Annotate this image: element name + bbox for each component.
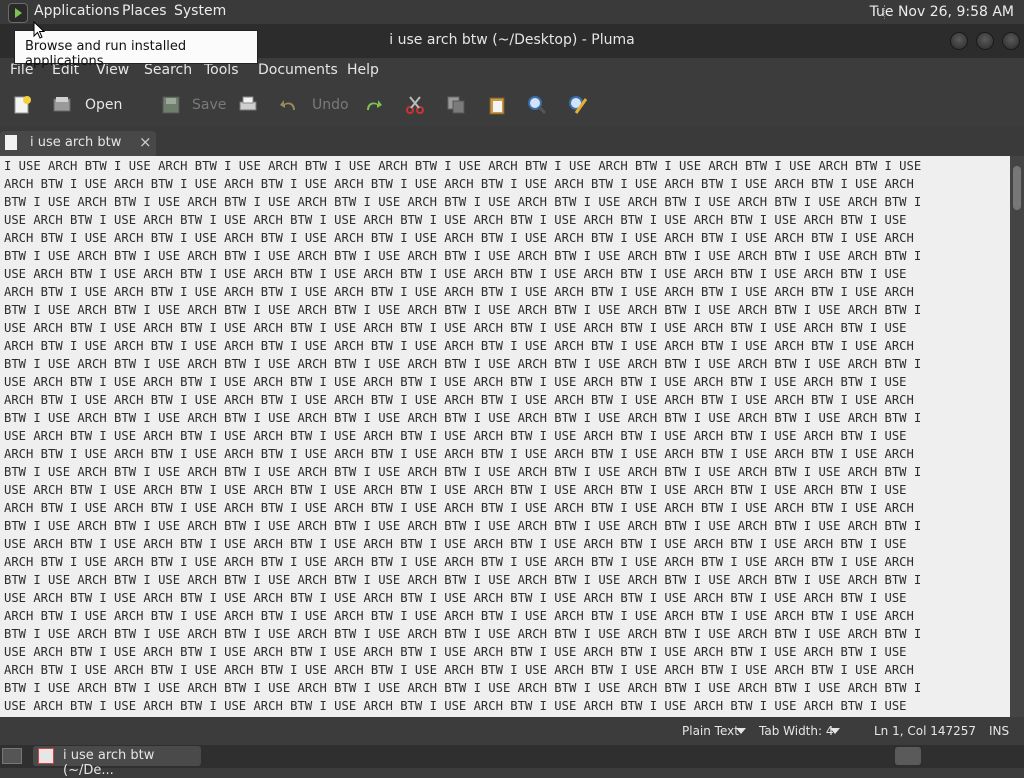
editor-line[interactable]: USE ARCH BTW I USE ARCH BTW I USE ARCH B…: [4, 319, 1008, 337]
find-icon[interactable]: [527, 95, 547, 115]
undo-button: Undo: [312, 97, 349, 113]
insert-mode: INS: [989, 724, 1010, 738]
editor-line[interactable]: BTW I USE ARCH BTW I USE ARCH BTW I USE …: [4, 193, 1008, 211]
pluma-icon: [38, 748, 54, 764]
workspace-switcher-icon[interactable]: [895, 747, 921, 765]
editor-line[interactable]: ARCH BTW I USE ARCH BTW I USE ARCH BTW I…: [4, 553, 1008, 571]
editor-line[interactable]: ARCH BTW I USE ARCH BTW I USE ARCH BTW I…: [4, 229, 1008, 247]
redo-icon[interactable]: [363, 95, 383, 115]
tab-width-dropdown-icon[interactable]: [830, 728, 840, 734]
applications-menu[interactable]: Applications: [34, 3, 120, 19]
taskbar-window-label: i use arch btw (~/De...: [63, 748, 155, 778]
system-menu[interactable]: System: [174, 3, 226, 19]
editor-line[interactable]: USE ARCH BTW I USE ARCH BTW I USE ARCH B…: [4, 481, 1008, 499]
editor-line[interactable]: ARCH BTW I USE ARCH BTW I USE ARCH BTW I…: [4, 499, 1008, 517]
editor-line[interactable]: ARCH BTW I USE ARCH BTW I USE ARCH BTW I…: [4, 175, 1008, 193]
show-desktop-icon[interactable]: [2, 748, 22, 764]
editor-line[interactable]: USE ARCH BTW I USE ARCH BTW I USE ARCH B…: [4, 643, 1008, 661]
tab-width-selector[interactable]: Tab Width: 4: [759, 724, 833, 738]
editor-line[interactable]: USE ARCH BTW I USE ARCH BTW I USE ARCH B…: [4, 427, 1008, 445]
editor-line[interactable]: BTW I USE ARCH BTW I USE ARCH BTW I USE …: [4, 517, 1008, 535]
undo-icon: [280, 100, 295, 110]
paste-icon[interactable]: [487, 95, 507, 115]
top-panel: Applications Places System Tue Nov 26, 9…: [0, 0, 1024, 24]
editor-line[interactable]: ARCH BTW I USE ARCH BTW I USE ARCH BTW I…: [4, 337, 1008, 355]
save-button: Save: [192, 97, 227, 113]
tab-close-icon[interactable]: ×: [139, 133, 152, 151]
editor-line[interactable]: USE ARCH BTW I USE ARCH BTW I USE ARCH B…: [4, 373, 1008, 391]
open-button[interactable]: Open: [85, 97, 122, 113]
editor-line[interactable]: BTW I USE ARCH BTW I USE ARCH BTW I USE …: [4, 463, 1008, 481]
new-document-icon[interactable]: [12, 95, 32, 115]
cursor-position: Ln 1, Col 147257: [874, 724, 977, 738]
menu-help[interactable]: Help: [347, 62, 379, 78]
editor-line[interactable]: ARCH BTW I USE ARCH BTW I USE ARCH BTW I…: [4, 445, 1008, 463]
statusbar: Plain Text Tab Width: 4 Ln 1, Col 147257…: [0, 717, 1024, 745]
scrollbar-thumb[interactable]: [1013, 166, 1021, 210]
tab-label: i use arch btw: [30, 135, 122, 150]
editor-line[interactable]: I USE ARCH BTW I USE ARCH BTW I USE ARCH…: [4, 157, 1008, 175]
language-dropdown-icon[interactable]: [736, 728, 746, 734]
editor-line[interactable]: BTW I USE ARCH BTW I USE ARCH BTW I USE …: [4, 301, 1008, 319]
editor-line[interactable]: ARCH BTW I USE ARCH BTW I USE ARCH BTW I…: [4, 661, 1008, 679]
replace-icon[interactable]: [568, 95, 588, 115]
editor-line[interactable]: ARCH BTW I USE ARCH BTW I USE ARCH BTW I…: [4, 391, 1008, 409]
editor-line[interactable]: BTW I USE ARCH BTW I USE ARCH BTW I USE …: [4, 679, 1008, 697]
editor-line[interactable]: ARCH BTW I USE ARCH BTW I USE ARCH BTW I…: [4, 283, 1008, 301]
applications-menu-icon[interactable]: [8, 3, 28, 23]
open-icon[interactable]: [52, 95, 72, 115]
vertical-scrollbar[interactable]: [1010, 156, 1024, 717]
editor-line[interactable]: USE ARCH BTW I USE ARCH BTW I USE ARCH B…: [4, 535, 1008, 553]
copy-icon[interactable]: [446, 95, 466, 115]
editor-line[interactable]: USE ARCH BTW I USE ARCH BTW I USE ARCH B…: [4, 589, 1008, 607]
mouse-cursor-icon: [33, 21, 45, 39]
editor-line[interactable]: USE ARCH BTW I USE ARCH BTW I USE ARCH B…: [4, 265, 1008, 283]
editor-line[interactable]: USE ARCH BTW I USE ARCH BTW I USE ARCH B…: [4, 697, 1008, 715]
tooltip-text: Browse and run installed applications: [25, 39, 187, 69]
cut-icon[interactable]: [405, 95, 425, 115]
clock[interactable]: Tue Nov 26, 9:58 AM: [870, 4, 1014, 20]
toolbar: Open Save Undo: [0, 84, 1024, 191]
print-icon[interactable]: [238, 95, 258, 115]
editor-line[interactable]: BTW I USE ARCH BTW I USE ARCH BTW I USE …: [4, 409, 1008, 427]
editor-line[interactable]: BTW I USE ARCH BTW I USE ARCH BTW I USE …: [4, 571, 1008, 589]
editor-line[interactable]: ARCH BTW I USE ARCH BTW I USE ARCH BTW I…: [4, 607, 1008, 625]
editor-line[interactable]: BTW I USE ARCH BTW I USE ARCH BTW I USE …: [4, 355, 1008, 373]
places-menu[interactable]: Places: [122, 3, 167, 19]
menu-documents[interactable]: Documents: [258, 62, 338, 78]
editor-line[interactable]: BTW I USE ARCH BTW I USE ARCH BTW I USE …: [4, 247, 1008, 265]
taskbar-window-item[interactable]: i use arch btw (~/De...: [33, 746, 201, 778]
language-selector[interactable]: Plain Text: [682, 724, 739, 738]
editor-text[interactable]: I USE ARCH BTW I USE ARCH BTW I USE ARCH…: [4, 157, 1008, 715]
tooltip: Browse and run installed applications: [14, 30, 258, 69]
maximize-button[interactable]: [976, 32, 994, 50]
text-editor[interactable]: I USE ARCH BTW I USE ARCH BTW I USE ARCH…: [0, 156, 1010, 717]
tab-i-use-arch-btw[interactable]: i use arch btw ×: [0, 131, 156, 156]
minimize-button[interactable]: [950, 32, 968, 50]
editor-line[interactable]: USE ARCH BTW I USE ARCH BTW I USE ARCH B…: [4, 211, 1008, 229]
document-icon: [5, 135, 17, 150]
editor-line[interactable]: BTW I USE ARCH BTW I USE ARCH BTW I USE …: [4, 625, 1008, 643]
save-icon: [162, 96, 180, 114]
bottom-panel: i use arch btw (~/De...: [0, 745, 1024, 778]
close-window-button[interactable]: [1002, 32, 1020, 50]
